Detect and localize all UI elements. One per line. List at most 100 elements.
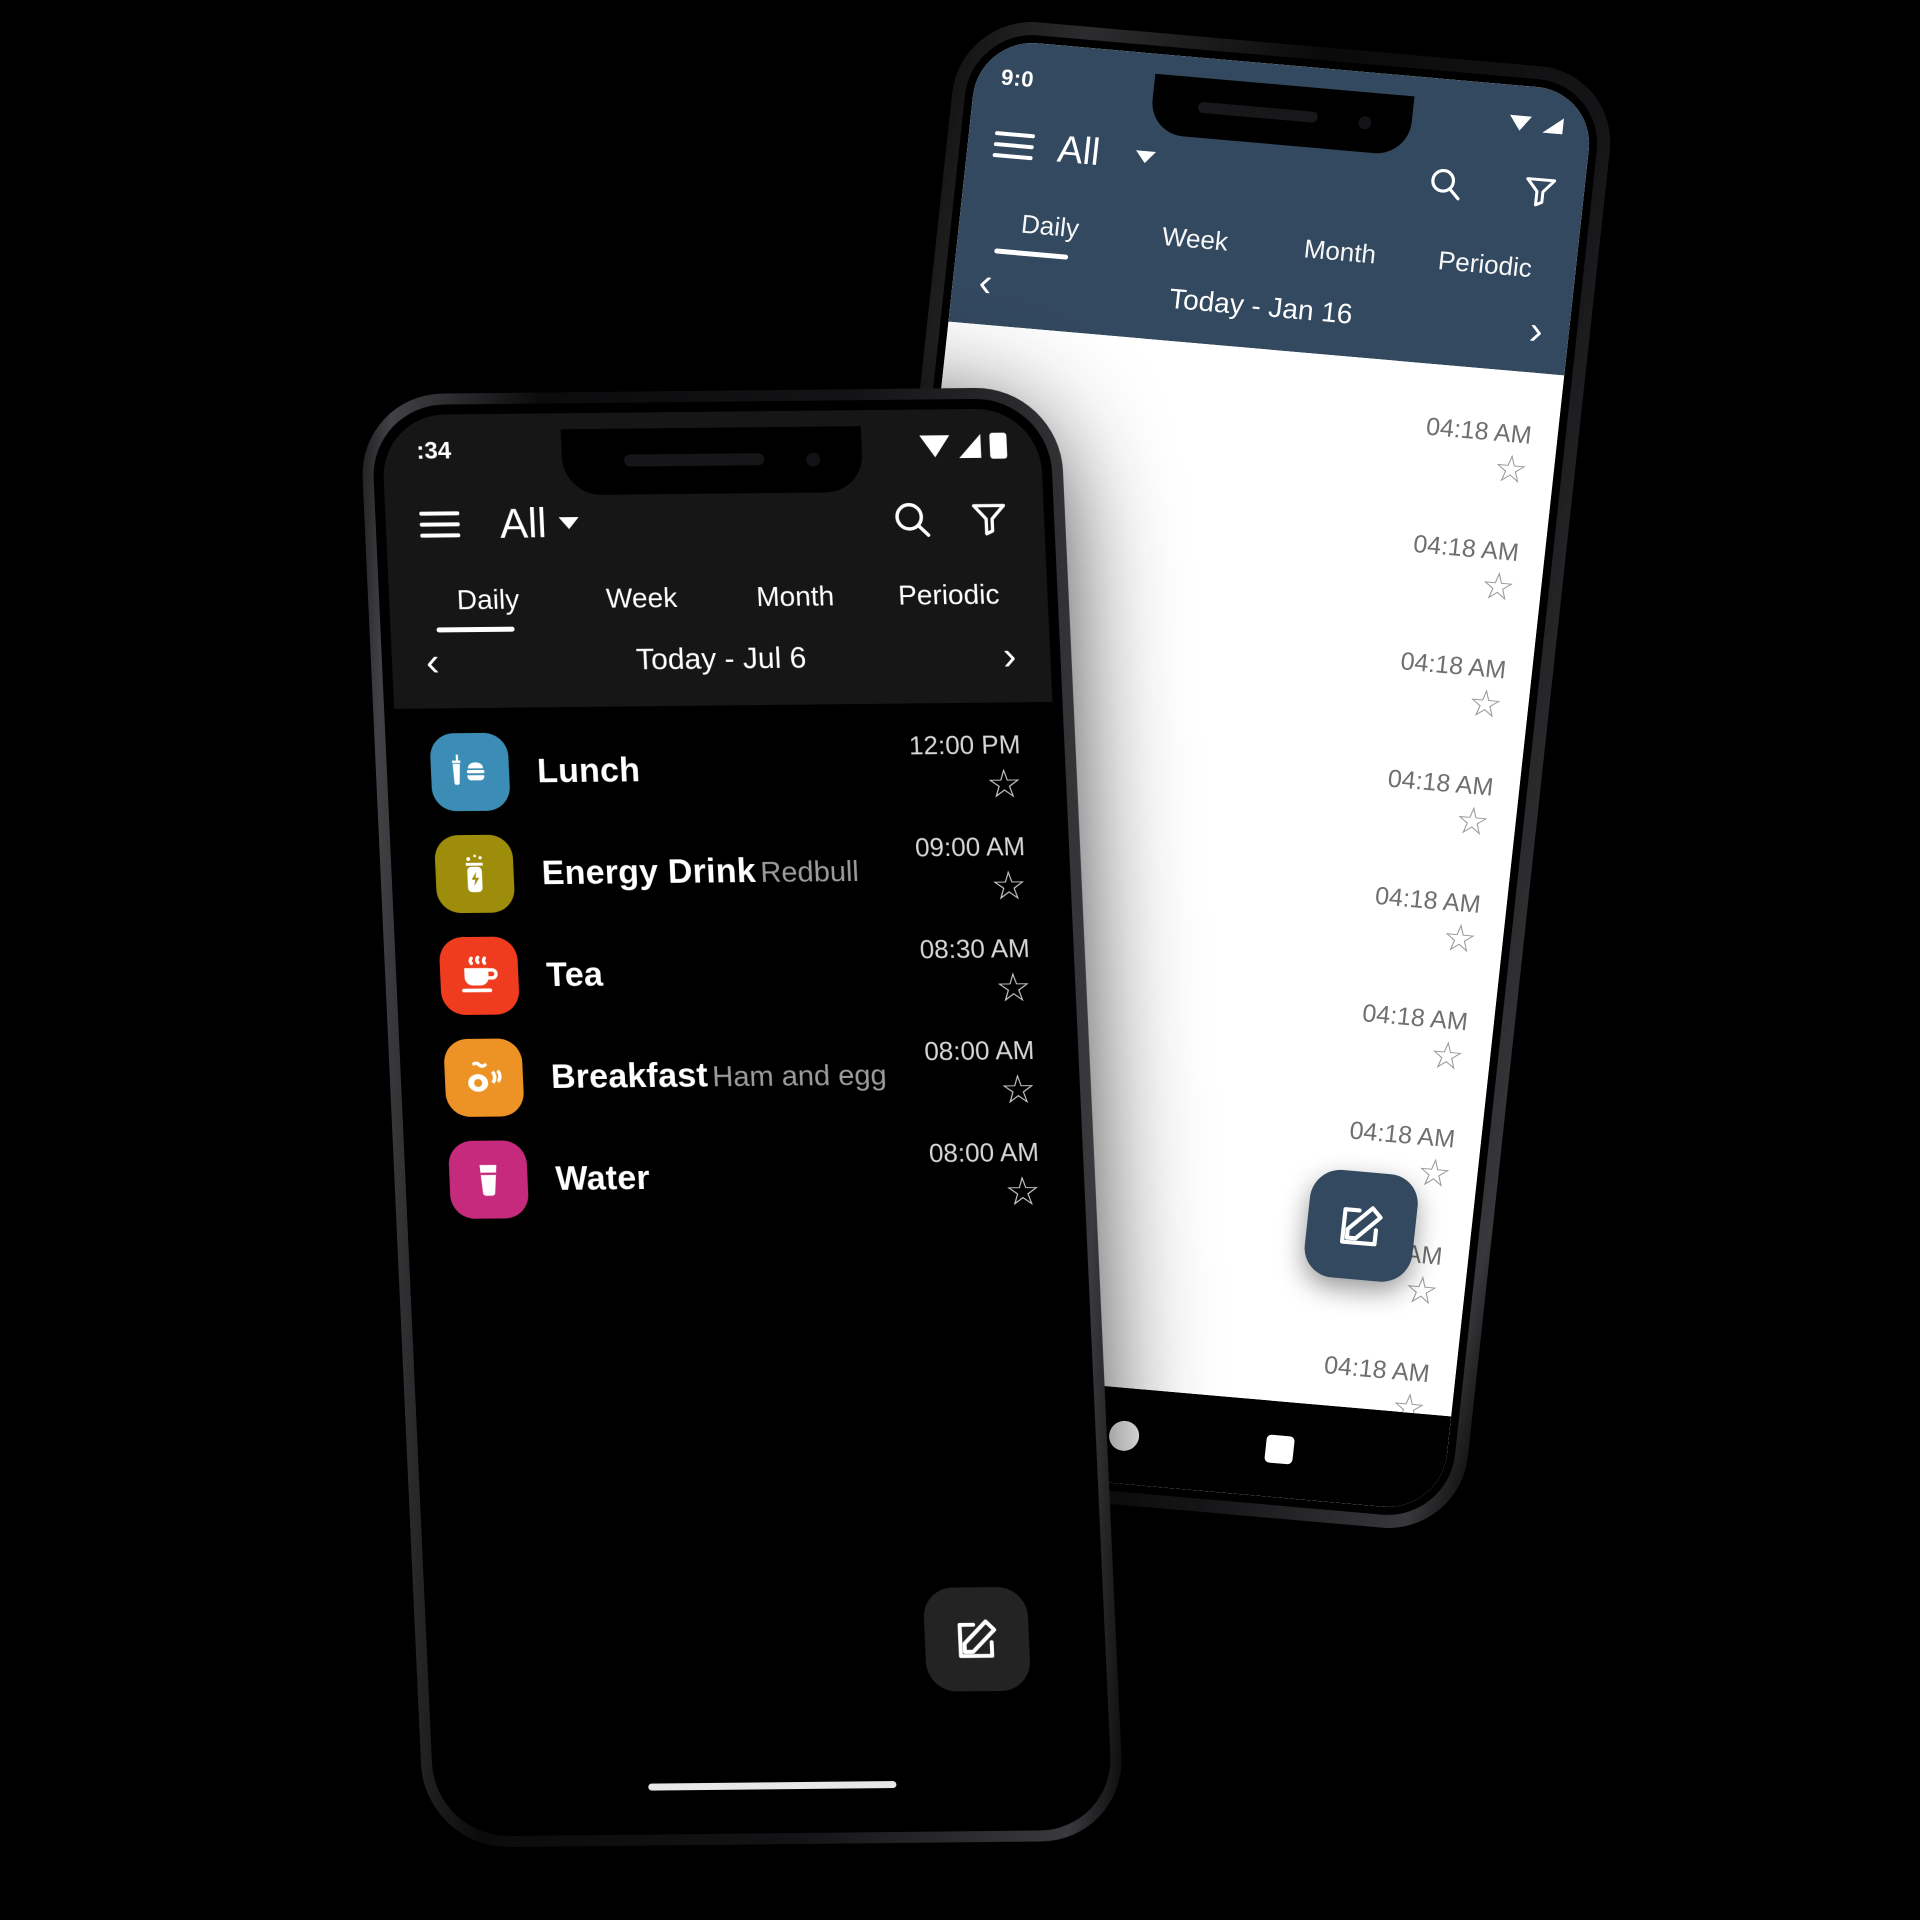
list-item[interactable]: Tea 08:30 AM ☆ bbox=[404, 920, 1067, 1027]
compose-edit-icon bbox=[951, 1614, 1003, 1664]
list-item[interactable]: Energy Drink Redbull 09:00 AM ☆ bbox=[399, 818, 1062, 925]
list-item[interactable]: Water 08:00 AM ☆ bbox=[413, 1124, 1076, 1231]
front-phone-notch bbox=[560, 426, 864, 496]
entry-icon-tile bbox=[429, 732, 511, 812]
back-status-time: 9:0 bbox=[999, 64, 1036, 93]
front-compose-fab[interactable] bbox=[922, 1586, 1032, 1692]
entry-text-block: Water bbox=[555, 1156, 931, 1199]
back-row-time: 04:18 AM bbox=[1348, 1116, 1457, 1154]
search-icon[interactable] bbox=[1424, 163, 1466, 204]
front-date-navigator: ‹ Today - Jul 6 › bbox=[391, 628, 1053, 709]
front-tab-bar: Daily Week Month Periodic bbox=[388, 566, 1049, 635]
home-circle-icon[interactable] bbox=[1107, 1419, 1141, 1453]
signal-icon bbox=[958, 433, 982, 459]
entry-icon-tile bbox=[447, 1140, 530, 1219]
star-outline-icon[interactable]: ☆ bbox=[925, 1067, 1037, 1111]
back-row-time: 04:18 AM bbox=[1411, 529, 1521, 568]
back-row-time: 04:18 AM bbox=[1373, 881, 1483, 919]
star-outline-icon[interactable]: ☆ bbox=[1428, 1034, 1466, 1079]
filter-icon[interactable] bbox=[967, 498, 1011, 540]
entry-icon-tile bbox=[438, 936, 521, 1016]
entry-meta: 12:00 PM ☆ bbox=[908, 728, 1023, 806]
entry-name: Energy Drink bbox=[540, 851, 757, 892]
star-outline-icon[interactable]: ☆ bbox=[1415, 1152, 1453, 1197]
front-status-time: :34 bbox=[415, 437, 452, 465]
front-active-tab-indicator bbox=[436, 626, 515, 633]
back-compose-fab[interactable] bbox=[1301, 1167, 1421, 1285]
wifi-icon bbox=[919, 435, 951, 458]
hamburger-menu-icon[interactable] bbox=[992, 124, 1036, 167]
star-outline-icon[interactable]: ☆ bbox=[1479, 565, 1517, 610]
energy-can-icon bbox=[451, 851, 499, 897]
entry-name: Lunch bbox=[536, 750, 641, 790]
front-camera bbox=[805, 452, 821, 467]
back-row-time: 04:18 AM bbox=[1386, 764, 1495, 802]
teacup-icon bbox=[454, 952, 504, 1000]
back-status-icons bbox=[1506, 113, 1566, 136]
list-item[interactable]: Breakfast Ham and egg 08:00 AM ☆ bbox=[409, 1022, 1072, 1129]
front-tab-periodic[interactable]: Periodic bbox=[871, 568, 1027, 630]
chevron-right-icon[interactable]: › bbox=[1527, 308, 1545, 353]
back-row-time: 04:18 AM bbox=[1361, 999, 1470, 1037]
entry-text-block: Lunch bbox=[536, 748, 911, 791]
entry-icon-tile bbox=[443, 1038, 525, 1118]
back-tab-week[interactable]: Week bbox=[1119, 206, 1270, 277]
star-outline-icon[interactable]: ☆ bbox=[910, 762, 1023, 806]
entry-meta: 08:00 AM ☆ bbox=[928, 1136, 1042, 1213]
star-outline-icon[interactable]: ☆ bbox=[916, 864, 1028, 908]
chevron-down-icon[interactable] bbox=[1134, 150, 1157, 165]
star-outline-icon[interactable]: ☆ bbox=[1466, 682, 1504, 727]
entry-time: 08:00 AM bbox=[923, 1034, 1035, 1066]
star-outline-icon[interactable]: ☆ bbox=[1402, 1269, 1440, 1314]
signal-icon bbox=[1540, 116, 1566, 136]
entry-text-block: Tea bbox=[545, 952, 921, 995]
filter-icon[interactable] bbox=[1520, 172, 1560, 211]
front-tab-month[interactable]: Month bbox=[717, 570, 873, 632]
entry-time: 12:00 PM bbox=[908, 728, 1022, 760]
star-outline-icon[interactable]: ☆ bbox=[1453, 800, 1491, 845]
entry-icon-tile bbox=[433, 834, 516, 914]
search-icon[interactable] bbox=[889, 497, 935, 541]
entry-text-block: Breakfast Ham and egg bbox=[550, 1054, 926, 1097]
back-row-time: 04:18 AM bbox=[1399, 647, 1508, 685]
screenshot-stage: 9:0 All Daily Week Month Periodic ‹ Toda… bbox=[0, 0, 1920, 1920]
entry-time: 08:00 AM bbox=[928, 1136, 1040, 1168]
entry-name: Breakfast bbox=[550, 1055, 709, 1096]
back-row-time: 04:18 AM bbox=[1424, 412, 1534, 450]
entry-note: Ham and egg bbox=[711, 1059, 888, 1093]
entry-text-block: Energy Drink Redbull bbox=[541, 850, 917, 893]
battery-icon bbox=[989, 432, 1008, 459]
front-entry-list[interactable]: Lunch 12:00 PM ☆ Energy Drink Redbull 09… bbox=[394, 701, 1104, 1827]
back-tab-month[interactable]: Month bbox=[1264, 218, 1415, 289]
back-filter-title[interactable]: All bbox=[1055, 128, 1102, 174]
compose-edit-icon bbox=[1332, 1198, 1389, 1254]
chevron-down-icon[interactable] bbox=[558, 517, 579, 530]
front-tab-daily[interactable]: Daily bbox=[410, 573, 566, 635]
entry-meta: 09:00 AM ☆ bbox=[914, 831, 1028, 908]
entry-meta: 08:30 AM ☆ bbox=[918, 932, 1033, 1010]
front-phone-screen: :34 All Daily Week Month Periodic ‹ Toda… bbox=[380, 408, 1104, 1827]
entry-name: Water bbox=[554, 1158, 651, 1198]
burger-drink-icon bbox=[445, 748, 495, 796]
star-outline-icon[interactable]: ☆ bbox=[930, 1169, 1042, 1213]
egg-bacon-icon bbox=[459, 1053, 509, 1101]
star-outline-icon[interactable]: ☆ bbox=[921, 966, 1033, 1010]
chevron-right-icon[interactable]: › bbox=[1002, 634, 1017, 678]
water-glass-icon bbox=[466, 1157, 512, 1201]
star-outline-icon[interactable]: ☆ bbox=[1440, 917, 1478, 962]
recents-square-icon[interactable] bbox=[1263, 1434, 1295, 1465]
home-gesture-indicator[interactable] bbox=[648, 1781, 897, 1791]
front-filter-title[interactable]: All bbox=[499, 499, 548, 547]
entry-name: Tea bbox=[545, 955, 604, 994]
hamburger-menu-icon[interactable] bbox=[419, 504, 461, 544]
earpiece-speaker bbox=[623, 453, 765, 467]
front-tab-week[interactable]: Week bbox=[564, 572, 720, 634]
star-outline-icon[interactable]: ☆ bbox=[1491, 448, 1529, 493]
front-camera bbox=[1357, 115, 1373, 130]
back-tab-periodic[interactable]: Periodic bbox=[1409, 231, 1560, 302]
back-row-time: 04:18 AM bbox=[1322, 1351, 1432, 1389]
earpiece-speaker bbox=[1197, 101, 1319, 123]
entry-note: Redbull bbox=[759, 855, 860, 889]
entry-time: 08:30 AM bbox=[918, 932, 1031, 964]
list-item[interactable]: Lunch 12:00 PM ☆ bbox=[395, 716, 1058, 823]
